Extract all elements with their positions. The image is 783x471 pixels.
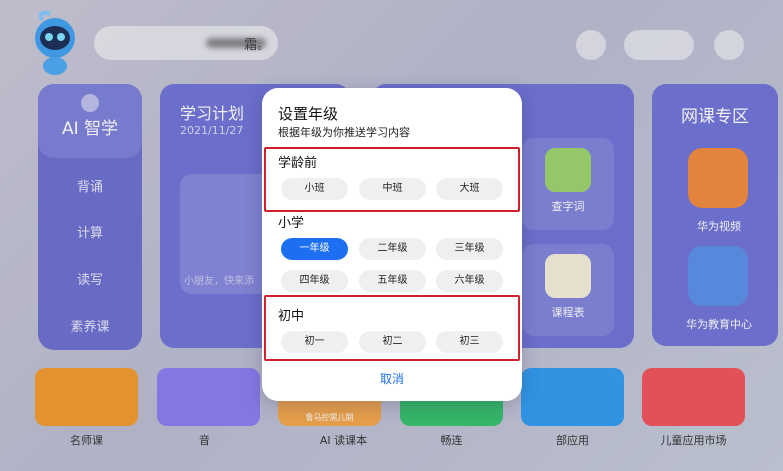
study-plan-hint: 小朋友，快来添: [184, 276, 254, 287]
section-primary-title: 小学: [278, 216, 305, 231]
settings-button[interactable]: [714, 30, 744, 60]
sidebar: AI 智学 背诵 计算 读写 素养课: [38, 84, 142, 350]
sidebar-item-calc[interactable]: 计算: [38, 222, 142, 241]
dock-famous-teacher-label: 名师课: [70, 434, 103, 447]
dock-ai-textbook-sub: 鲁马控需儿期: [305, 413, 354, 422]
dock-music[interactable]: [157, 368, 260, 426]
net-course-title: 网课专区: [681, 107, 749, 127]
grade-chip-grade1[interactable]: 一年级: [281, 238, 348, 260]
tile-timetable-label: 课程表: [551, 306, 585, 319]
grade-chip-xiaoban[interactable]: 小班: [281, 178, 348, 200]
study-plan-title: 学习计划: [180, 104, 245, 123]
huawei-video-icon[interactable]: [688, 148, 748, 208]
grade-chip-zhongban[interactable]: 中班: [359, 178, 426, 200]
dock-famous-teacher[interactable]: [35, 368, 138, 426]
tile-dictionary[interactable]: 查字词: [522, 138, 614, 230]
huawei-education-label: 华为教育中心: [686, 318, 752, 331]
user-avatar[interactable]: [576, 30, 606, 60]
cancel-button[interactable]: 取消: [262, 370, 522, 387]
blurred-name: [206, 38, 266, 48]
dock-all-apps[interactable]: [521, 368, 624, 426]
sidebar-ai-label: AI 智学: [61, 119, 119, 139]
greeting-bar[interactable]: 霜。: [94, 26, 278, 60]
sidebar-item-read-write[interactable]: 读写: [38, 269, 142, 288]
huawei-education-icon[interactable]: [688, 246, 748, 306]
sidebar-item-literacy[interactable]: 素养课: [38, 316, 142, 335]
dialog-title: 设置年级: [278, 105, 339, 123]
top-status-pill[interactable]: [624, 30, 694, 60]
huawei-video-label: 华为视频: [697, 220, 741, 233]
mascot-icon: [35, 10, 75, 75]
grade-chip-daban[interactable]: 大班: [436, 178, 503, 200]
net-course-card: 网课专区: [652, 84, 778, 346]
dock-ai-textbook-label: AI 读课本: [319, 434, 368, 447]
grade-chip-grade6[interactable]: 六年级: [436, 270, 503, 292]
tile-dictionary-label: 查字词: [551, 200, 585, 213]
dock-changlian-label: 畅连: [440, 434, 463, 447]
sidebar-ai-tab[interactable]: AI 智学: [38, 84, 142, 158]
section-junior-title: 初中: [278, 309, 305, 324]
grade-chip-grade2[interactable]: 二年级: [359, 238, 426, 260]
sidebar-item-recite[interactable]: 背诵: [38, 176, 142, 195]
timetable-icon: [545, 254, 591, 298]
grade-chip-grade5[interactable]: 五年级: [359, 270, 426, 292]
dialog-subtitle: 根据年级为你推送学习内容: [278, 126, 410, 139]
tile-timetable[interactable]: 课程表: [522, 244, 614, 336]
grade-chip-chuyi[interactable]: 初一: [281, 331, 348, 353]
dictionary-icon: [545, 148, 591, 192]
grade-chip-grade3[interactable]: 三年级: [436, 238, 503, 260]
section-preschool-title: 学龄前: [278, 156, 318, 171]
grade-chip-chuer[interactable]: 初二: [359, 331, 426, 353]
study-plan-date: 2021/11/27: [180, 124, 244, 137]
dock-kids-app-market-label: 儿童应用市场: [660, 434, 727, 447]
bulb-icon: [81, 94, 99, 112]
dock-all-apps-label: 部应用: [556, 434, 589, 447]
grade-chip-grade4[interactable]: 四年级: [281, 270, 348, 292]
dock-kids-app-market[interactable]: [642, 368, 745, 426]
dock-music-label: 音: [199, 434, 210, 447]
grade-chip-chusan[interactable]: 初三: [436, 331, 503, 353]
grade-setting-dialog: 设置年级 根据年级为你推送学习内容 学龄前 小班 中班 大班 小学 一年级 二年…: [262, 88, 522, 401]
